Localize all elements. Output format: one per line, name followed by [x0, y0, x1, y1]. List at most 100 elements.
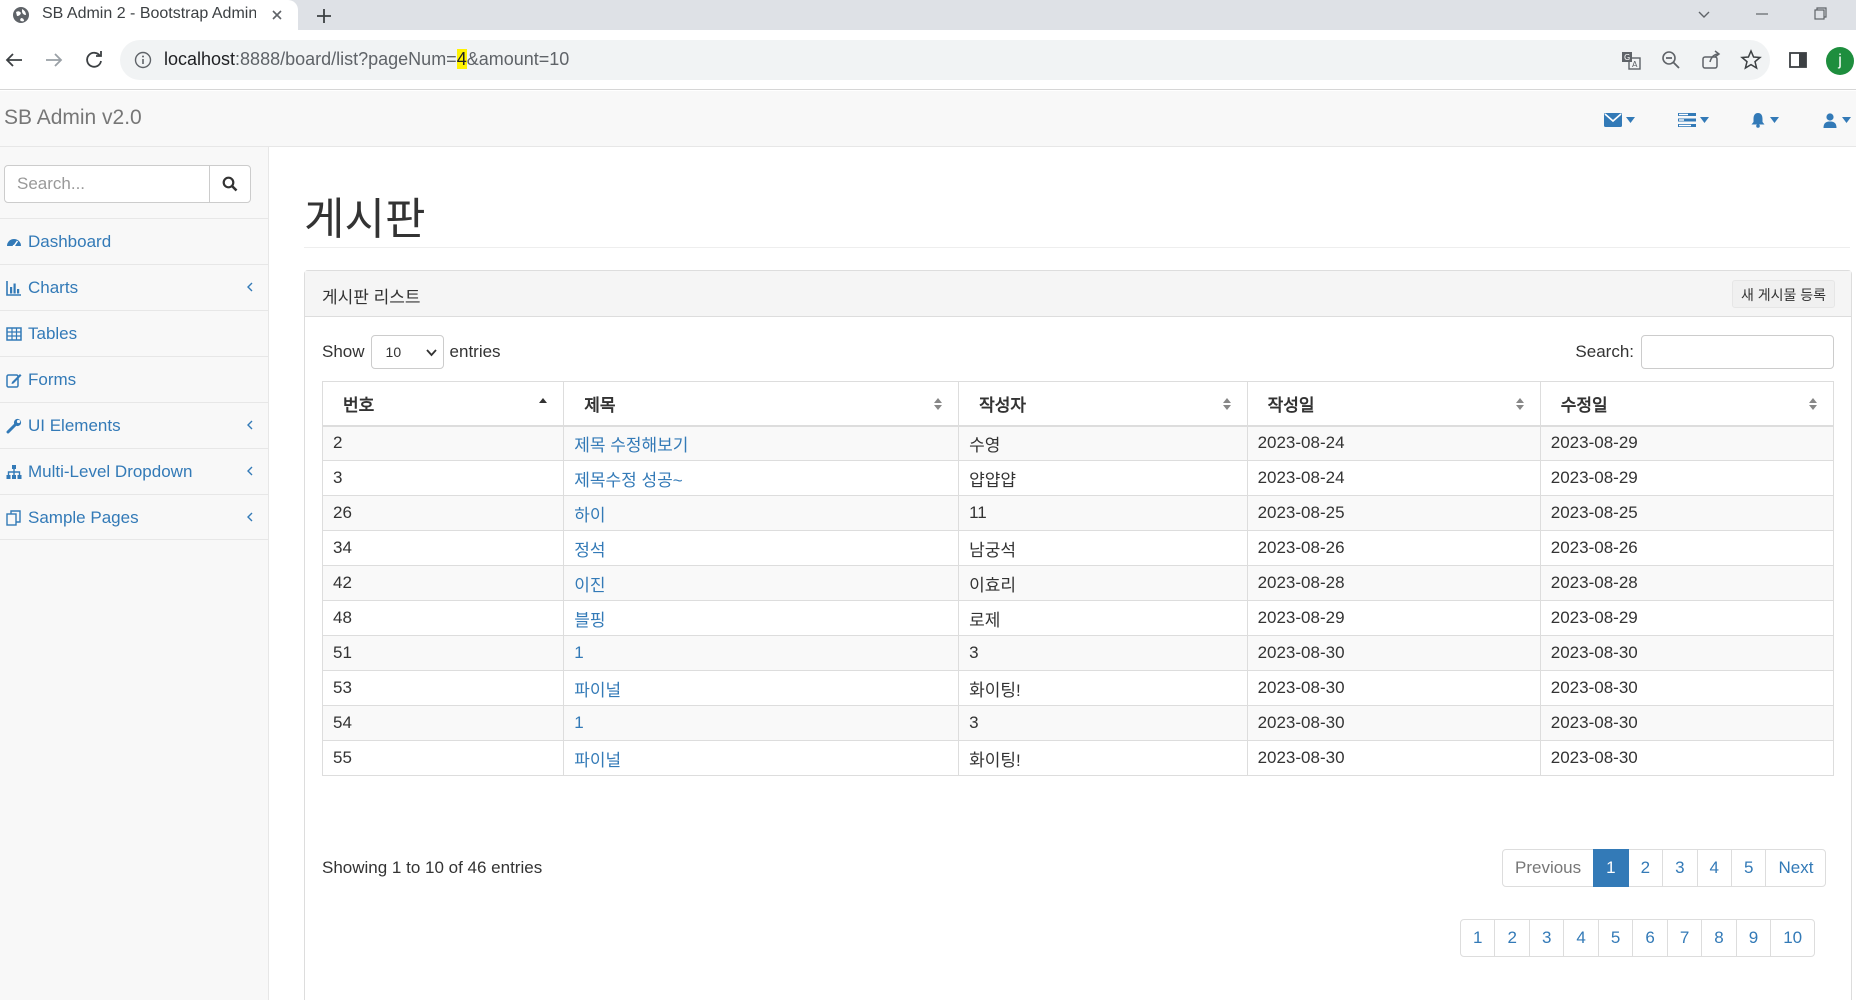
globe-icon	[12, 6, 30, 24]
board-page-7[interactable]: 7	[1666, 919, 1703, 957]
post-title-link[interactable]: 파이널	[574, 751, 621, 770]
sidebar-item-ui-elements[interactable]: UI Elements	[0, 402, 268, 448]
cell-writer: 남궁석	[958, 530, 1248, 566]
caret-down-icon	[1700, 117, 1709, 123]
reload-icon[interactable]	[82, 48, 106, 72]
forward-arrow-icon[interactable]	[42, 48, 66, 72]
column-header-title[interactable]: 제목	[563, 381, 960, 427]
post-title-link[interactable]: 제목 수정해보기	[574, 436, 688, 455]
back-arrow-icon[interactable]	[2, 48, 26, 72]
cell-regdate: 2023-08-24	[1246, 460, 1541, 496]
board-page-6[interactable]: 6	[1632, 919, 1668, 957]
svg-text:A: A	[1632, 60, 1638, 69]
translate-icon[interactable]: GA	[1620, 49, 1642, 71]
restore-icon[interactable]	[1810, 4, 1830, 24]
panel-title: 게시판 리스트	[322, 288, 421, 307]
zoom-out-icon[interactable]	[1660, 49, 1682, 71]
cell-no: 2	[321, 425, 565, 461]
user-icon	[1822, 112, 1838, 128]
tasks-icon	[1678, 113, 1696, 127]
star-icon[interactable]	[1740, 49, 1762, 71]
table-icon	[6, 326, 22, 342]
url-text: localhost:8888/board/list?pageNum=4&amou…	[164, 49, 570, 69]
board-panel: 게시판 리스트 새 게시물 등록 Show 10 entries Search:…	[304, 270, 1852, 1000]
pagination-page-3[interactable]: 3	[1662, 849, 1698, 887]
files-icon	[6, 510, 22, 526]
tasks-dropdown[interactable]	[1678, 110, 1709, 130]
pagination-next[interactable]: Next	[1765, 849, 1827, 887]
board-page-8[interactable]: 8	[1701, 919, 1737, 957]
post-title-link[interactable]: 정석	[574, 541, 605, 560]
sidebar-search-button[interactable]	[209, 165, 251, 203]
sidebar-item-sample-pages[interactable]: Sample Pages	[0, 494, 268, 540]
sort-icon	[1514, 396, 1526, 412]
wrench-icon	[6, 418, 22, 434]
board-page-3[interactable]: 3	[1528, 919, 1565, 957]
table-search-control: Search:	[1575, 335, 1834, 369]
table-search-input[interactable]	[1641, 335, 1834, 369]
new-tab-icon[interactable]	[312, 4, 336, 28]
pagination-page-5[interactable]: 5	[1731, 849, 1767, 887]
brand-logo[interactable]: SB Admin v2.0	[4, 106, 142, 130]
close-icon[interactable]	[268, 6, 286, 24]
pagination-page-2[interactable]: 2	[1627, 849, 1664, 887]
board-page-5[interactable]: 5	[1597, 919, 1634, 957]
side-panel-icon[interactable]	[1786, 48, 1810, 72]
cell-updatedate: 2023-08-30	[1539, 740, 1835, 776]
board-pagination: 1 2 3 4 5 6 7 8 9 10	[1460, 919, 1816, 957]
messages-dropdown[interactable]	[1604, 110, 1635, 130]
sidebar-item-tables[interactable]: Tables	[0, 310, 268, 356]
cell-no: 51	[321, 635, 565, 671]
sidebar-item-multi-level-dropdown[interactable]: Multi-Level Dropdown	[0, 448, 268, 494]
sidebar-item-dashboard[interactable]: Dashboard	[0, 218, 268, 264]
sidebar-item-label: Tables	[28, 324, 78, 343]
post-title-link[interactable]: 블핑	[574, 611, 605, 630]
cell-regdate: 2023-08-30	[1246, 705, 1541, 741]
pagination-previous[interactable]: Previous	[1502, 849, 1595, 887]
board-page-1[interactable]: 1	[1460, 919, 1496, 957]
board-page-9[interactable]: 9	[1735, 919, 1772, 957]
chevron-down-icon	[425, 349, 437, 357]
post-title-link[interactable]: 제목수정 성공~	[574, 471, 683, 490]
post-title-link[interactable]: 1	[574, 713, 583, 732]
profile-avatar[interactable]: j	[1826, 47, 1854, 75]
table-row: 53 파이널 화이팅! 2023-08-30 2023-08-30	[321, 670, 1835, 706]
board-page-2[interactable]: 2	[1494, 919, 1530, 957]
pagination-page-1[interactable]: 1	[1593, 849, 1629, 887]
title-divider	[304, 247, 1850, 248]
post-title-link[interactable]: 하이	[574, 506, 605, 525]
info-icon[interactable]	[134, 51, 152, 69]
cell-updatedate: 2023-08-28	[1539, 565, 1835, 601]
pagination-page-4[interactable]: 4	[1696, 849, 1733, 887]
column-header-no[interactable]: 번호	[321, 381, 565, 427]
table-row: 34 정석 남궁석 2023-08-26 2023-08-26	[321, 530, 1835, 566]
post-title-link[interactable]: 파이널	[574, 681, 621, 700]
browser-tab[interactable]: SB Admin 2 - Bootstrap Admin	[0, 0, 298, 30]
post-title-link[interactable]: 1	[574, 643, 583, 662]
cell-writer: 로제	[958, 600, 1248, 636]
new-post-button[interactable]: 새 게시물 등록	[1731, 280, 1835, 308]
sidebar-item-forms[interactable]: Forms	[0, 356, 268, 402]
share-icon[interactable]	[1700, 49, 1722, 71]
entries-select[interactable]: 10	[370, 335, 444, 369]
sidebar-item-charts[interactable]: Charts	[0, 264, 268, 310]
minimize-icon[interactable]	[1752, 4, 1772, 24]
address-bar[interactable]: localhost:8888/board/list?pageNum=4&amou…	[120, 40, 1770, 80]
sort-asc-icon	[537, 396, 549, 412]
cell-updatedate: 2023-08-30	[1539, 635, 1835, 671]
alerts-dropdown[interactable]	[1750, 110, 1779, 130]
chevron-left-icon	[244, 281, 256, 293]
post-title-link[interactable]: 이진	[574, 576, 605, 595]
cell-writer: 11	[958, 495, 1248, 531]
board-page-4[interactable]: 4	[1563, 919, 1599, 957]
board-page-10[interactable]: 10	[1770, 919, 1816, 957]
column-header-regdate[interactable]: 작성일	[1246, 381, 1541, 427]
user-dropdown[interactable]	[1822, 110, 1851, 130]
column-header-writer[interactable]: 작성자	[958, 381, 1248, 427]
sidebar-search	[4, 165, 251, 203]
cell-updatedate: 2023-08-26	[1539, 530, 1835, 566]
sidebar-search-input[interactable]	[4, 165, 210, 203]
table-row: 48 블핑 로제 2023-08-29 2023-08-29	[321, 600, 1835, 636]
chevron-down-icon[interactable]	[1694, 4, 1714, 24]
column-header-updatedate[interactable]: 수정일	[1539, 381, 1835, 427]
